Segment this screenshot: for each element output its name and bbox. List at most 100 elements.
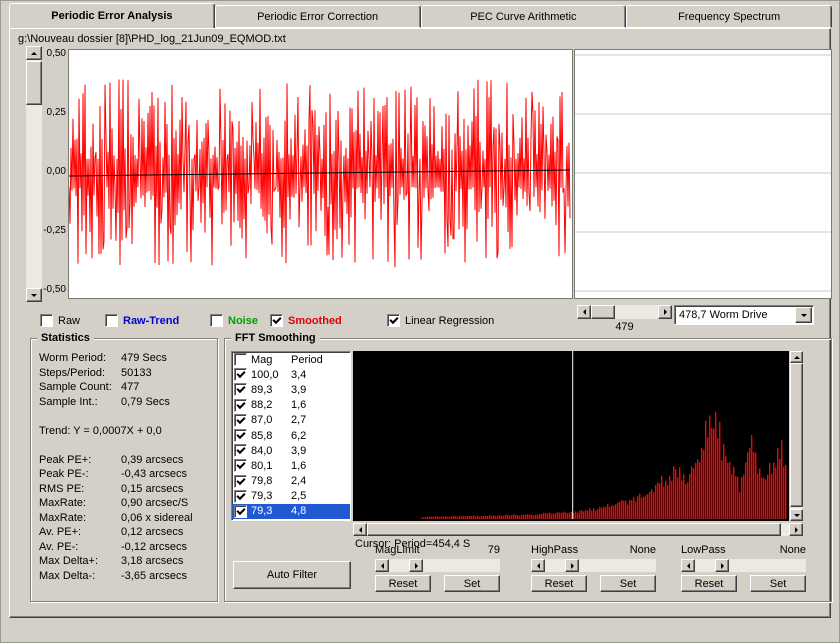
waveform-svg <box>68 79 571 268</box>
harmonic-checkbox[interactable] <box>234 444 247 458</box>
scroll-up-button[interactable] <box>790 351 803 363</box>
scroll-left-button[interactable] <box>375 559 389 572</box>
scroll-left-button[interactable] <box>531 559 545 572</box>
fft-spectrum-plot[interactable] <box>353 351 789 521</box>
stat-label: Peak PE+: <box>39 453 92 466</box>
checkbox-raw[interactable]: Raw <box>40 313 80 328</box>
periodic-error-chart[interactable] <box>68 49 573 299</box>
scroll-right-button[interactable] <box>658 305 672 319</box>
scroll-left-button[interactable] <box>577 305 591 319</box>
gridlines-svg <box>575 54 831 292</box>
harmonic-row[interactable]: 88,2 1,6 <box>232 398 350 413</box>
highpass-scrollbar[interactable] <box>531 559 656 572</box>
stat-label: Worm Period: <box>39 352 107 365</box>
lowpass-scrollbar[interactable] <box>681 559 806 572</box>
scroll-track[interactable] <box>545 559 565 572</box>
scroll-right-button[interactable] <box>715 559 729 572</box>
harmonic-mag: 85,8 <box>251 429 273 442</box>
stat-label: Sample Count: <box>39 381 112 394</box>
scroll-thumb[interactable] <box>790 363 803 507</box>
worm-drive-select[interactable]: 478,7 Worm Drive <box>674 305 814 325</box>
harmonics-list[interactable]: Mag Period 100,0 3,4 89,3 3,9 88,2 1,6 87,0… <box>231 351 351 521</box>
lowpass-label: LowPass <box>681 544 726 556</box>
raw-checkbox[interactable] <box>40 314 53 327</box>
harmonic-checkbox[interactable] <box>234 459 247 473</box>
harmonic-row[interactable]: 85,8 6,2 <box>232 428 350 443</box>
harmonic-checkbox[interactable] <box>234 413 247 427</box>
fft-spectrum-svg <box>421 351 787 519</box>
stat-row: Max Delta-: -3,65 arcsecs <box>39 569 213 584</box>
auto-filter-button[interactable]: Auto Filter <box>233 561 351 589</box>
scroll-right-button[interactable] <box>565 559 579 572</box>
scroll-right-button[interactable] <box>409 559 423 572</box>
linear-regression-label: Linear Regression <box>405 314 495 327</box>
mag-column-header: Mag <box>251 353 273 366</box>
scroll-track[interactable] <box>367 523 789 536</box>
raw-trend-checkbox[interactable] <box>105 314 118 327</box>
checkbox-smoothed[interactable]: Smoothed <box>270 313 342 328</box>
harmonic-row[interactable]: 80,1 1,6 <box>232 458 350 473</box>
maglimit-set-button[interactable]: Set <box>444 575 500 592</box>
scroll-left-button[interactable] <box>353 523 367 536</box>
harmonic-checkbox[interactable] <box>234 429 247 443</box>
fft-vertical-scrollbar[interactable] <box>790 351 803 521</box>
smoothed-label: Smoothed <box>288 314 342 327</box>
stat-label: Max Delta+: <box>39 555 98 568</box>
maglimit-reset-button[interactable]: Reset <box>375 575 431 592</box>
chart-horizontal-scrollbar[interactable] <box>577 305 672 319</box>
noise-checkbox[interactable] <box>210 314 223 327</box>
harmonic-mag: 84,0 <box>251 444 273 457</box>
stat-row: Worm Period: 479 Secs <box>39 351 213 366</box>
harmonic-checkbox[interactable] <box>234 474 247 488</box>
scroll-track[interactable] <box>695 559 715 572</box>
harmonic-row[interactable]: 79,3 4,8 <box>232 503 350 520</box>
harmonic-row[interactable]: 89,3 3,9 <box>232 382 350 397</box>
harmonic-checkbox[interactable] <box>234 398 247 412</box>
tab-periodic-error-analysis[interactable]: Periodic Error Analysis <box>9 3 215 28</box>
tab-pec-curve-arithmetic[interactable]: PEC Curve Arithmetic <box>420 5 627 28</box>
tab-frequency-spectrum[interactable]: Frequency Spectrum <box>626 5 832 28</box>
highpass-set-button[interactable]: Set <box>600 575 656 592</box>
harmonic-checkbox[interactable] <box>234 489 247 503</box>
stat-label: Av. PE+: <box>39 526 82 539</box>
stat-label: Peak PE-: <box>39 468 89 481</box>
arrow-left-icon <box>534 562 540 569</box>
scroll-track[interactable] <box>389 559 409 572</box>
combo-dropdown-button[interactable] <box>795 307 812 323</box>
select-all-checkbox[interactable] <box>234 353 247 367</box>
harmonic-row[interactable]: 79,3 2,5 <box>232 489 350 504</box>
stat-value: 0,39 arcsecs <box>121 453 184 466</box>
scroll-left-button[interactable] <box>681 559 695 572</box>
harmonic-mag: 79,3 <box>251 490 273 503</box>
statistics-groupbox: Statistics Worm Period: 479 Secs Steps/Pe… <box>30 332 218 602</box>
scroll-thumb[interactable] <box>26 61 42 105</box>
harmonic-row[interactable]: 84,0 3,9 <box>232 443 350 458</box>
scroll-thumb[interactable] <box>367 523 781 536</box>
harmonic-row[interactable]: 79,8 2,4 <box>232 474 350 489</box>
scroll-track[interactable] <box>591 305 658 319</box>
scroll-track[interactable] <box>790 363 803 509</box>
lowpass-set-button[interactable]: Set <box>750 575 806 592</box>
smoothed-checkbox[interactable] <box>270 314 283 327</box>
harmonics-header-row[interactable]: Mag Period <box>232 352 350 367</box>
scroll-thumb[interactable] <box>591 305 615 319</box>
harmonic-checkbox[interactable] <box>234 383 247 397</box>
checkbox-noise[interactable]: Noise <box>210 313 258 328</box>
checkbox-raw-trend[interactable]: Raw-Trend <box>105 313 179 328</box>
harmonic-row[interactable]: 100,0 3,4 <box>232 367 350 382</box>
fft-smoothing-title: FFT Smoothing <box>231 332 320 344</box>
linear-regression-checkbox[interactable] <box>387 314 400 327</box>
secondary-chart-area[interactable] <box>574 49 832 299</box>
scroll-down-button[interactable] <box>790 509 803 521</box>
harmonic-checkbox[interactable] <box>234 504 247 518</box>
harmonic-row[interactable]: 87,0 2,7 <box>232 413 350 428</box>
maglimit-scrollbar[interactable] <box>375 559 500 572</box>
harmonic-checkbox[interactable] <box>234 368 247 382</box>
highpass-reset-button[interactable]: Reset <box>531 575 587 592</box>
scroll-right-button[interactable] <box>789 523 803 536</box>
arrow-right-icon <box>794 526 801 533</box>
checkbox-linear-regression[interactable]: Linear Regression <box>387 313 494 328</box>
lowpass-reset-button[interactable]: Reset <box>681 575 737 592</box>
tab-periodic-error-correction[interactable]: Periodic Error Correction <box>214 5 421 28</box>
fft-horizontal-scrollbar[interactable] <box>353 523 803 536</box>
